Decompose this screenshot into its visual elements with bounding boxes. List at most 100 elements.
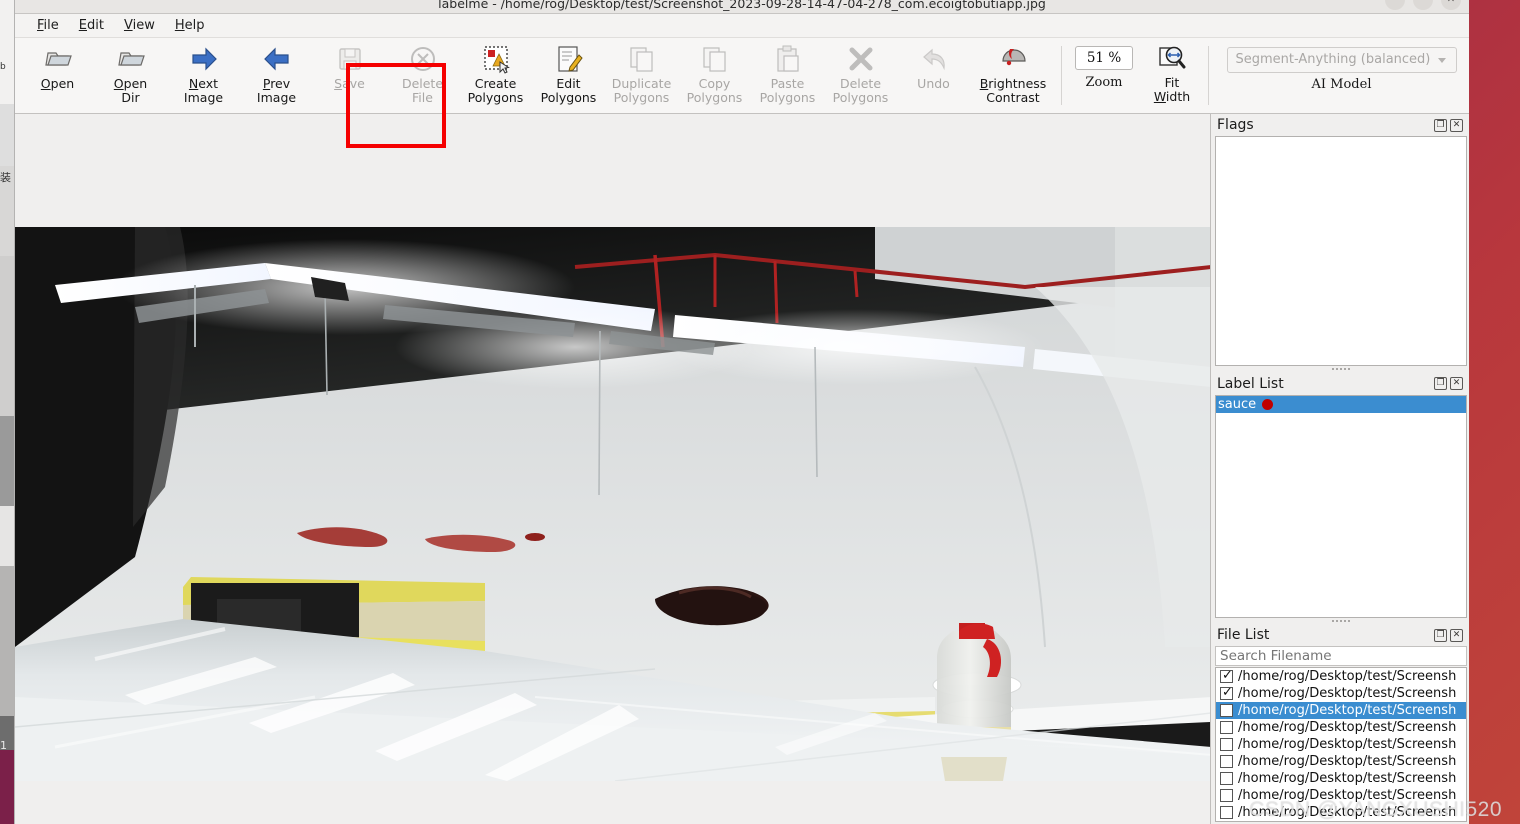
toolbar-label-next-image: Next Image: [183, 76, 224, 105]
file-checkbox[interactable]: [1220, 806, 1233, 819]
file-list-panel-title: File List ❐ ✕: [1215, 624, 1467, 646]
close-icon[interactable]: ✕: [1450, 377, 1463, 390]
file-list-item[interactable]: /home/rog/Desktop/test/Screensh: [1216, 753, 1466, 770]
file-list-item[interactable]: /home/rog/Desktop/test/Screensh: [1216, 719, 1466, 736]
arrow-left-icon: [263, 47, 289, 71]
undo-arrow-icon: [922, 48, 945, 71]
toolbar-button-paste-polygons[interactable]: Paste Polygons: [751, 38, 824, 113]
menu-help[interactable]: Help: [165, 16, 215, 35]
menu-file[interactable]: File: [27, 16, 69, 35]
file-checkbox[interactable]: [1220, 685, 1233, 700]
close-button[interactable]: ✕: [1441, 0, 1461, 10]
file-list-item[interactable]: /home/rog/Desktop/test/Screensh: [1216, 685, 1466, 702]
float-icon[interactable]: ❐: [1434, 118, 1447, 132]
zoom-label: Zoom: [1085, 75, 1123, 90]
label-list-title-label: Label List: [1217, 375, 1284, 392]
menu-view[interactable]: View: [114, 16, 165, 35]
toolbar-button-delete-polygons[interactable]: Delete Polygons: [824, 38, 897, 113]
file-list-panel-buttons: ❐ ✕: [1434, 628, 1463, 642]
right-dock: Flags ❐ ✕ Label List ❐ ✕ sauce File List…: [1211, 114, 1469, 824]
file-path-label: /home/rog/Desktop/test/Screensh: [1238, 737, 1457, 752]
arrow-right-icon: [191, 47, 217, 71]
floppy-save-icon: [338, 48, 361, 70]
title-bar: labelme - /home/rog/Desktop/test/Screens…: [15, 0, 1469, 14]
maximize-button[interactable]: −: [1413, 0, 1433, 10]
close-icon[interactable]: ✕: [1450, 118, 1463, 132]
toolbar-button-prev-image[interactable]: Prev Image: [240, 38, 313, 113]
label-list[interactable]: sauce: [1215, 394, 1467, 618]
file-path-label: /home/rog/Desktop/test/Screensh: [1238, 703, 1457, 718]
duplicate-icon: [629, 47, 653, 72]
toolbar-button-undo[interactable]: Undo: [897, 38, 970, 113]
toolbar-button-save[interactable]: Save: [313, 38, 386, 113]
toolbar-button-fit-width[interactable]: Fit Width: [1141, 38, 1203, 113]
float-icon[interactable]: ❐: [1434, 377, 1447, 390]
file-path-label: /home/rog/Desktop/test/Screensh: [1238, 669, 1457, 684]
zoom-value-input[interactable]: 51 %: [1075, 46, 1133, 70]
file-list-item[interactable]: /home/rog/Desktop/test/Screensh: [1216, 736, 1466, 753]
open-folder-icon: [44, 52, 72, 66]
annotated-photo[interactable]: [15, 227, 1210, 781]
toolbar-button-open[interactable]: Open: [21, 38, 94, 113]
file-checkbox[interactable]: [1220, 668, 1233, 683]
app-body: Flags ❐ ✕ Label List ❐ ✕ sauce File List…: [15, 114, 1469, 824]
toolbar-button-create-polygons[interactable]: Create Polygons: [459, 38, 532, 113]
toolbar-button-brightness-contrast[interactable]: Brightness Contrast: [970, 38, 1056, 113]
file-list-title-label: File List: [1217, 627, 1270, 643]
circle-x-icon: [410, 47, 435, 71]
toolbar-separator-1: [1061, 46, 1062, 105]
file-list-item[interactable]: /home/rog/Desktop/test/Screensh: [1216, 804, 1466, 821]
label-list-panel-title: Label List ❐ ✕: [1215, 373, 1467, 395]
x-cross-icon: [849, 47, 872, 71]
flags-title-label: Flags: [1217, 117, 1254, 133]
file-list-item[interactable]: /home/rog/Desktop/test/Screensh: [1216, 770, 1466, 787]
toolbar-label-fit-width: Fit Width: [1153, 75, 1191, 104]
toolbar-button-copy-polygons[interactable]: Copy Polygons: [678, 38, 751, 113]
file-checkbox[interactable]: [1220, 789, 1233, 802]
ai-model-select[interactable]: Segment-Anything (balanced): [1226, 47, 1457, 73]
chevron-down-icon: [1437, 58, 1446, 63]
file-list-item[interactable]: /home/rog/Desktop/test/Screensh: [1216, 702, 1466, 719]
flags-list[interactable]: [1215, 136, 1467, 366]
float-icon[interactable]: ❐: [1434, 628, 1447, 642]
ai-model-selected-value: Segment-Anything (balanced): [1235, 52, 1431, 67]
file-list[interactable]: /home/rog/Desktop/test/Screensh/home/rog…: [1215, 667, 1467, 822]
fit-width-icon: [1159, 46, 1186, 69]
file-checkbox[interactable]: [1220, 704, 1233, 717]
search-filename-input[interactable]: [1215, 646, 1467, 666]
toolbar-label-undo: Undo: [917, 76, 950, 91]
toolbar-button-open-dir[interactable]: Open Dir: [94, 38, 167, 113]
bg-window-text-cjk: 装: [0, 172, 11, 183]
file-list-item[interactable]: /home/rog/Desktop/test/Screensh: [1216, 668, 1466, 685]
create-polygon-icon: [483, 46, 510, 74]
open-folder-icon: [117, 52, 145, 66]
file-checkbox[interactable]: [1220, 772, 1233, 785]
menu-file-label: ile: [43, 18, 59, 33]
list-item[interactable]: sauce: [1216, 395, 1466, 413]
toolbar-button-duplicate-polygons[interactable]: Duplicate Polygons: [605, 38, 678, 113]
menu-edit-label: dit: [87, 18, 104, 33]
file-checkbox[interactable]: [1220, 755, 1233, 768]
toolbar-label-edit-polygons: Edit Polygons: [540, 76, 597, 105]
file-list-item[interactable]: /home/rog/Desktop/test/Screensh: [1216, 787, 1466, 804]
file-path-label: /home/rog/Desktop/test/Screensh: [1238, 686, 1457, 701]
brightness-contrast-icon: [1002, 49, 1026, 66]
file-checkbox[interactable]: [1220, 738, 1233, 751]
edit-pencil-icon: [557, 46, 583, 72]
copy-icon: [702, 47, 726, 72]
close-icon[interactable]: ✕: [1450, 628, 1463, 642]
toolbar-separator-2: [1208, 46, 1209, 105]
zoom-control-group: 51 % Zoom: [1067, 38, 1141, 113]
file-path-label: /home/rog/Desktop/test/Screensh: [1238, 771, 1457, 786]
file-checkbox[interactable]: [1220, 721, 1233, 734]
toolbar-button-delete-file[interactable]: Delete File: [386, 38, 459, 113]
menu-view-label: iew: [132, 18, 155, 33]
toolbar-button-next-image[interactable]: Next Image: [167, 38, 240, 113]
toolbar-button-edit-polygons[interactable]: Edit Polygons: [532, 38, 605, 113]
minimize-button[interactable]: [1385, 0, 1405, 10]
toolbar-label-open-dir: Open Dir: [113, 76, 148, 105]
image-canvas[interactable]: [15, 114, 1211, 824]
flags-panel: Flags ❐ ✕: [1215, 114, 1467, 366]
photo-foreground: [15, 527, 1210, 781]
menu-edit[interactable]: Edit: [69, 16, 114, 35]
